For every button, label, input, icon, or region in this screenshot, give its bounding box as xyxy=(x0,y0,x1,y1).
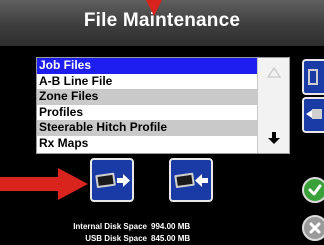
import-from-usb-button[interactable] xyxy=(169,158,213,202)
list-item-label: Job Files xyxy=(39,58,92,72)
list-item-profiles[interactable]: Profiles xyxy=(37,105,258,121)
export-to-usb-button[interactable] xyxy=(90,158,134,202)
usb-disk-value: 845.00 MB xyxy=(151,234,191,243)
internal-disk-label: Internal Disk Space xyxy=(73,222,147,231)
internal-disk-value: 994.00 MB xyxy=(151,222,191,231)
chevron-up-icon xyxy=(266,67,281,78)
checkmark-icon xyxy=(308,184,322,196)
list-item-label: A-B Line File xyxy=(39,73,113,88)
side-button-middle[interactable] xyxy=(302,97,324,133)
list-item-label: Rx Maps xyxy=(39,135,89,150)
side-button-top[interactable] xyxy=(302,59,324,95)
scroll-down-button[interactable] xyxy=(258,123,289,153)
list-item-label: Profiles xyxy=(39,104,84,119)
annotation-arrow-down-icon xyxy=(146,0,162,16)
list-item-label: Steerable Hitch Profile xyxy=(39,120,168,134)
list-item-rx-maps[interactable]: Rx Maps xyxy=(37,136,258,152)
usb-disk-space: USB Disk Space 845.00 MB xyxy=(52,234,212,243)
cancel-button[interactable] xyxy=(302,215,324,241)
close-icon xyxy=(309,222,321,234)
usb-transfer-icon xyxy=(306,109,322,119)
list-item-label: Zone Files xyxy=(39,89,99,103)
file-type-list[interactable]: Job Files A-B Line File Zone Files Profi… xyxy=(36,57,290,154)
title-bar: File Maintenance xyxy=(0,0,324,46)
usb-disk-label: USB Disk Space xyxy=(85,234,147,243)
accept-button[interactable] xyxy=(302,177,324,203)
scroll-up-button[interactable] xyxy=(258,58,289,88)
arrow-down-icon xyxy=(267,132,280,144)
usb-import-icon xyxy=(174,172,208,189)
file-manager-icon xyxy=(308,69,318,85)
page-title: File Maintenance xyxy=(83,10,241,31)
list-item-zone-files[interactable]: Zone Files xyxy=(37,89,258,105)
list-scrollbar[interactable] xyxy=(257,58,289,153)
usb-export-icon xyxy=(95,172,130,189)
list-item-job-files[interactable]: Job Files xyxy=(37,58,258,74)
list-item-steerable-hitch-profile[interactable]: Steerable Hitch Profile xyxy=(37,120,258,136)
list-item-ab-line-file[interactable]: A-B Line File xyxy=(37,74,258,90)
annotation-arrow-right-icon xyxy=(0,168,88,200)
internal-disk-space: Internal Disk Space 994.00 MB xyxy=(52,222,212,231)
